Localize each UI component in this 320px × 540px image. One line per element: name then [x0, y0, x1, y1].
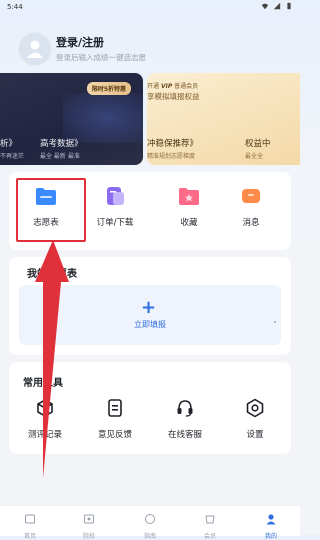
- status-time: 5:44: [7, 3, 23, 11]
- quick-favorites[interactable]: 收藏: [159, 186, 219, 228]
- tool-online-service[interactable]: 在线客服: [155, 398, 215, 440]
- tab-vip[interactable]: 会员: [190, 510, 230, 540]
- discount-tag: 限时5折特惠: [86, 82, 131, 95]
- profile-header[interactable]: 登录/注册 登录后输入成绩一键选志愿: [18, 32, 288, 66]
- wish-list-title: 我的志愿表: [27, 269, 77, 280]
- fill-now-button[interactable]: + 立即填报: [19, 285, 281, 345]
- tool-feedback[interactable]: 意见反馈: [85, 398, 145, 440]
- tool-settings[interactable]: 设置: [225, 398, 285, 440]
- vip-promo-line3: 冲稳保推荐》 权益中: [147, 139, 271, 149]
- compass-icon: [145, 514, 155, 524]
- signal-icon: [273, 2, 281, 10]
- battery-icon: [287, 2, 291, 10]
- tool-assessment-records[interactable]: 测评记录: [15, 398, 75, 440]
- my-wish-list-card: 我的志愿表 + 立即填报: [9, 257, 291, 355]
- user-icon: [27, 40, 43, 58]
- school-icon: [84, 514, 94, 524]
- bottom-tab-bar: 首页 院校 指南 会员 我的: [0, 505, 300, 540]
- home-icon: [25, 514, 35, 524]
- vip-promo-line2: 享模拟填报权益: [147, 92, 200, 101]
- cube-icon: [37, 399, 53, 417]
- tab-schools[interactable]: 院校: [69, 510, 109, 540]
- vip-icon: [205, 515, 215, 524]
- banner-left-line2: 不再迷茫 最全 最新 最准: [0, 153, 80, 160]
- star-folder-icon: [179, 188, 199, 205]
- quick-orders-downloads[interactable]: 订单/下载: [85, 186, 145, 228]
- quick-messages[interactable]: 消息: [221, 186, 281, 228]
- wifi-icon: [261, 3, 269, 10]
- common-tools-card: 常用工具 测评记录 意见反馈 在线客服 设置: [9, 362, 291, 454]
- tools-title: 常用工具: [23, 378, 63, 389]
- avatar[interactable]: [18, 32, 52, 66]
- vip-promo-line4: 精准规划志愿梯度 最全全: [147, 153, 264, 160]
- feedback-icon: [108, 399, 122, 417]
- settings-icon: [246, 398, 264, 418]
- vip-promo-line1: 开通 VIP 普通会员: [147, 83, 199, 90]
- status-icons: [261, 2, 293, 10]
- tab-mine[interactable]: 我的: [251, 510, 291, 540]
- tab-guide[interactable]: 指南: [130, 510, 170, 540]
- person-icon: [266, 514, 276, 525]
- banner-glow: [63, 93, 143, 143]
- highlight-box: [16, 178, 86, 242]
- headset-icon: [177, 400, 193, 417]
- plus-icon: +: [141, 297, 157, 318]
- banner-left-line1: 析》高考数据》: [0, 139, 83, 149]
- banner-high-school-data[interactable]: 限时5折特惠 析》高考数据》 不再迷茫最全 最新 最准: [0, 73, 143, 165]
- decor-dot: [274, 321, 276, 323]
- status-bar: 5:44: [0, 0, 300, 14]
- login-register-link[interactable]: 登录/注册: [56, 34, 104, 50]
- tab-home[interactable]: 首页: [10, 510, 50, 540]
- banner-vip[interactable]: 开通 VIP 普通会员 享模拟填报权益 冲稳保推荐》 权益中 精准规划志愿梯度 最全…: [147, 73, 300, 165]
- fill-now-label: 立即填报: [134, 320, 166, 329]
- message-icon: [242, 189, 260, 203]
- order-icon: [107, 187, 124, 205]
- login-subtitle: 登录后输入成绩一键选志愿: [56, 53, 146, 62]
